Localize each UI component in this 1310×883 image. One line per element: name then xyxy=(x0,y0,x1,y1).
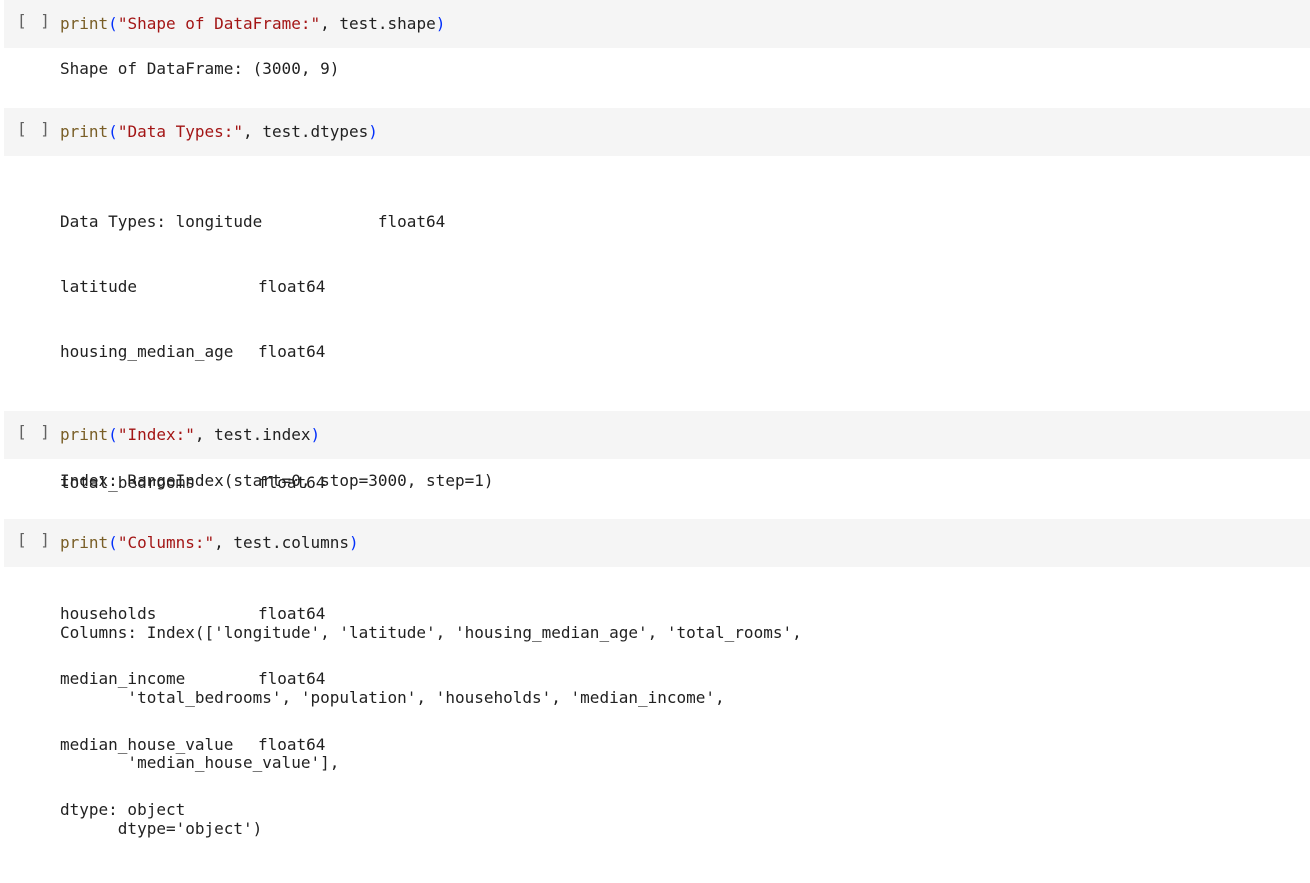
code-close-paren: ) xyxy=(310,425,321,444)
output-line: Data Types: longitude float64 xyxy=(60,211,446,231)
cell-output: Shape of DataFrame: (3000, 9) xyxy=(60,59,340,78)
code-cell-input[interactable]: [ ] print("Data Types:", test.dtypes) xyxy=(4,108,1310,156)
dtype-column-name: housing_median_age xyxy=(60,342,234,362)
cell-output: Columns: Index(['longitude', 'latitude',… xyxy=(60,578,802,883)
code-line[interactable]: print("Data Types:", test.dtypes) xyxy=(60,121,378,143)
run-cell-button[interactable]: [ ] xyxy=(17,119,52,138)
output-line: 'median_house_value'], xyxy=(60,753,340,773)
code-function-name: print xyxy=(60,122,109,141)
code-close-paren: ) xyxy=(349,533,359,552)
run-cell-button[interactable]: [ ] xyxy=(17,11,52,30)
dtype-row: housing_median_age float64 xyxy=(60,341,445,363)
code-open-paren: ( xyxy=(108,425,118,444)
code-function-name: print xyxy=(60,425,109,444)
run-cell-button[interactable]: [ ] xyxy=(17,530,52,549)
code-string-literal: "Data Types:" xyxy=(117,122,244,141)
code-string-literal: "Index:" xyxy=(117,425,195,444)
code-close-paren: ) xyxy=(368,122,378,141)
code-cell-input[interactable]: [ ] print("Shape of DataFrame:", test.sh… xyxy=(4,0,1310,48)
code-arguments: , test.dtypes xyxy=(243,122,369,141)
code-string-literal: "Shape of DataFrame:" xyxy=(117,14,321,33)
code-line[interactable]: print("Index:", test.index) xyxy=(60,424,320,446)
code-close-paren: ) xyxy=(435,14,446,33)
output-line: dtype='object') xyxy=(60,818,263,838)
code-open-paren: ( xyxy=(108,122,118,141)
cell-output: Index: RangeIndex(start=0, stop=3000, st… xyxy=(60,471,494,490)
output-line: Columns: Index(['longitude', 'latitude',… xyxy=(60,622,802,642)
dtype-row: latitude float64 xyxy=(60,276,445,298)
code-line[interactable]: print("Columns:", test.columns) xyxy=(60,532,359,554)
code-line[interactable]: print("Shape of DataFrame:", test.shape) xyxy=(60,13,445,35)
run-cell-button[interactable]: [ ] xyxy=(17,422,52,441)
code-function-name: print xyxy=(60,14,109,33)
dtype-value: float64 xyxy=(258,342,326,362)
output-line: 'total_bedrooms', 'population', 'househo… xyxy=(60,687,725,707)
code-arguments: , test.index xyxy=(194,425,311,444)
dtype-column-name: latitude xyxy=(60,276,138,296)
code-open-paren: ( xyxy=(108,14,118,33)
code-open-paren: ( xyxy=(108,533,118,552)
code-function-name: print xyxy=(60,533,109,552)
code-arguments: , test.shape xyxy=(320,14,436,33)
code-cell-input[interactable]: [ ] print("Index:", test.index) xyxy=(4,411,1310,459)
code-cell-input[interactable]: [ ] print("Columns:", test.columns) xyxy=(4,519,1310,567)
code-arguments: , test.columns xyxy=(214,533,349,552)
dtype-value: float64 xyxy=(258,276,326,296)
code-string-literal: "Columns:" xyxy=(117,533,215,552)
